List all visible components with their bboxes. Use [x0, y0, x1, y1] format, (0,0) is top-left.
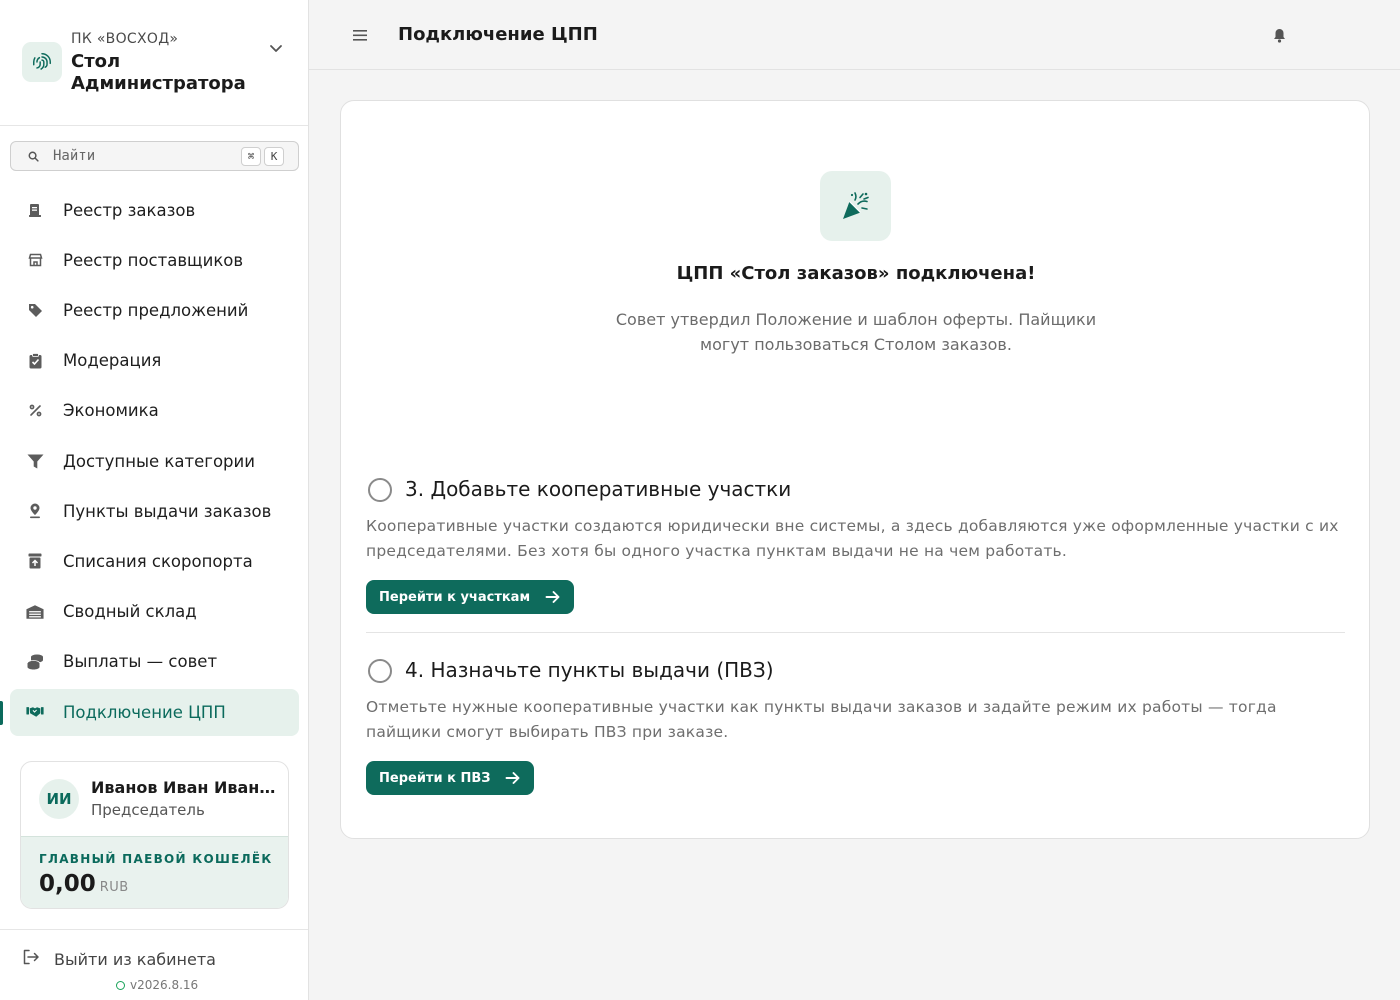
- sidebar-item-warehouse[interactable]: Сводный склад: [10, 587, 299, 637]
- wallet-amount: 0,00: [39, 871, 96, 897]
- filter-icon: [26, 452, 44, 470]
- user-card[interactable]: ИИ Иванов Иван Иванович Председатель ГЛА…: [20, 761, 289, 909]
- sidebar-item-label: Экономика: [63, 401, 159, 421]
- notifications-button[interactable]: [1270, 26, 1288, 44]
- status-dot: [116, 980, 125, 990]
- sidebar-item-label: Списания скоропорта: [63, 551, 253, 571]
- step-radio[interactable]: [368, 659, 392, 683]
- shortcut-key: K: [264, 147, 284, 166]
- user-name: Иванов Иван Иванович: [91, 778, 276, 797]
- success-description: Совет утвердил Положение и шаблон оферты…: [615, 310, 1097, 354]
- wallet-label: ГЛАВНЫЙ ПАЕВОЙ КОШЕЛЁК: [39, 852, 273, 866]
- search-icon: [25, 148, 41, 164]
- theme-toggle-button[interactable]: [1325, 22, 1351, 48]
- moon-icon: [1333, 23, 1345, 47]
- org-subtitle: ПК «ВОСХОД»: [71, 31, 179, 47]
- step-description: Кооперативные участки создаются юридичес…: [366, 517, 1339, 560]
- divider: [366, 632, 1345, 633]
- logout-label: Выйти из кабинета: [54, 949, 216, 969]
- sidebar-nav: Реестр заказов Реестр поставщиков Реестр…: [0, 185, 299, 736]
- receipt-icon: [26, 201, 44, 219]
- step-header: 4. Назначьте пункты выдачи (ПВЗ): [366, 657, 1346, 685]
- wallet-panel: ГЛАВНЫЙ ПАЕВОЙ КОШЕЛЁК 0,00 RUB: [21, 836, 288, 908]
- button-label: Перейти к участкам: [379, 589, 531, 605]
- sidebar-item-orders[interactable]: Реестр заказов: [10, 185, 299, 235]
- sidebar-item-label: Пункты выдачи заказов: [63, 501, 272, 521]
- sidebar-item-label: Сводный склад: [63, 602, 197, 622]
- step-title: 4. Назначьте пункты выдачи (ПВЗ): [405, 658, 774, 682]
- sidebar-item-label: Подключение ЦПП: [63, 702, 226, 722]
- user-role: Председатель: [91, 801, 205, 819]
- sidebar-item-categories[interactable]: Доступные категории: [10, 436, 299, 486]
- archive-up-icon: [26, 552, 44, 570]
- go-to-pickup-points-button[interactable]: Перейти к ПВЗ: [366, 761, 535, 795]
- sidebar-item-label: Модерация: [63, 351, 162, 371]
- step-assign-pickup-points: 4. Назначьте пункты выдачи (ПВЗ) Отметьт…: [366, 657, 1346, 795]
- logout-icon: [22, 949, 40, 969]
- sidebar-item-label: Реестр заказов: [63, 200, 196, 220]
- step-header: 3. Добавьте кооперативные участки: [366, 476, 1346, 504]
- menu-toggle-button[interactable]: [351, 26, 369, 44]
- search-box[interactable]: ⌘ K: [10, 141, 299, 171]
- step-radio[interactable]: [368, 478, 392, 502]
- arrow-right-icon: [504, 769, 522, 787]
- bell-icon: [1273, 28, 1285, 43]
- sidebar-footer: Выйти из кабинета v2026.8.16: [0, 929, 308, 1000]
- cpp-connection-card: ЦПП «Стол заказов» подключена! Совет утв…: [340, 100, 1370, 839]
- map-pin-icon: [26, 502, 44, 520]
- active-indicator: [0, 700, 3, 725]
- warehouse-icon: [26, 603, 44, 621]
- shortcut-mod-key: ⌘: [241, 147, 261, 166]
- org-switcher[interactable]: ПК «ВОСХОД» Стол Администратора: [0, 0, 308, 126]
- chevron-down-icon[interactable]: [266, 40, 286, 56]
- sidebar-item-writeoffs[interactable]: Списания скоропорта: [10, 536, 299, 586]
- step-title: 3. Добавьте кооперативные участки: [405, 477, 792, 501]
- logout-button[interactable]: Выйти из кабинета: [22, 948, 216, 970]
- clipboard-check-icon: [26, 352, 44, 370]
- version-info: v2026.8.16: [116, 978, 198, 992]
- tag-icon: [26, 301, 44, 319]
- party-popper-icon: [842, 192, 869, 219]
- sidebar-item-moderation[interactable]: Модерация: [10, 336, 299, 386]
- sidebar-item-offers[interactable]: Реестр предложений: [10, 285, 299, 335]
- sidebar-item-suppliers[interactable]: Реестр поставщиков: [10, 235, 299, 285]
- sidebar-item-economics[interactable]: Экономика: [10, 386, 299, 436]
- org-name: Стол Администратора: [71, 51, 246, 94]
- page-title: Подключение ЦПП: [398, 24, 598, 45]
- handshake-icon: [26, 703, 44, 721]
- wallet-balance: 0,00 RUB: [39, 871, 129, 897]
- coins-icon: [26, 653, 44, 671]
- store-icon: [26, 251, 44, 269]
- success-title: ЦПП «Стол заказов» подключена!: [676, 263, 1036, 284]
- sidebar-item-label: Выплаты — совет: [63, 652, 218, 672]
- sidebar-item-pickup-points[interactable]: Пункты выдачи заказов: [10, 486, 299, 536]
- top-bar: Подключение ЦПП: [309, 0, 1400, 70]
- sidebar-item-label: Доступные категории: [63, 451, 255, 471]
- hamburger-icon: [353, 29, 367, 41]
- button-label: Перейти к ПВЗ: [379, 770, 491, 786]
- step-description: Отметьте нужные кооперативные участки ка…: [366, 698, 1277, 741]
- sidebar-item-label: Реестр предложений: [63, 300, 249, 320]
- go-to-plots-button[interactable]: Перейти к участкам: [366, 580, 575, 614]
- org-logo: [22, 42, 62, 82]
- sidebar-item-cpp-connection[interactable]: Подключение ЦПП: [0, 688, 299, 736]
- hero-icon-box: [820, 171, 891, 241]
- percent-icon: [26, 402, 44, 420]
- search-input[interactable]: [53, 146, 233, 166]
- sidebar-item-label: Реестр поставщиков: [63, 250, 244, 270]
- avatar: ИИ: [39, 779, 79, 819]
- wallet-currency: RUB: [99, 880, 129, 895]
- sidebar: ПК «ВОСХОД» Стол Администратора ⌘ K Реес…: [0, 0, 309, 1000]
- step-add-plots: 3. Добавьте кооперативные участки Коопер…: [366, 476, 1346, 614]
- arrow-right-icon: [544, 588, 562, 606]
- version-label: v2026.8.16: [130, 978, 199, 992]
- fingerprint-icon: [33, 53, 51, 70]
- sidebar-item-payouts[interactable]: Выплаты — совет: [10, 637, 299, 687]
